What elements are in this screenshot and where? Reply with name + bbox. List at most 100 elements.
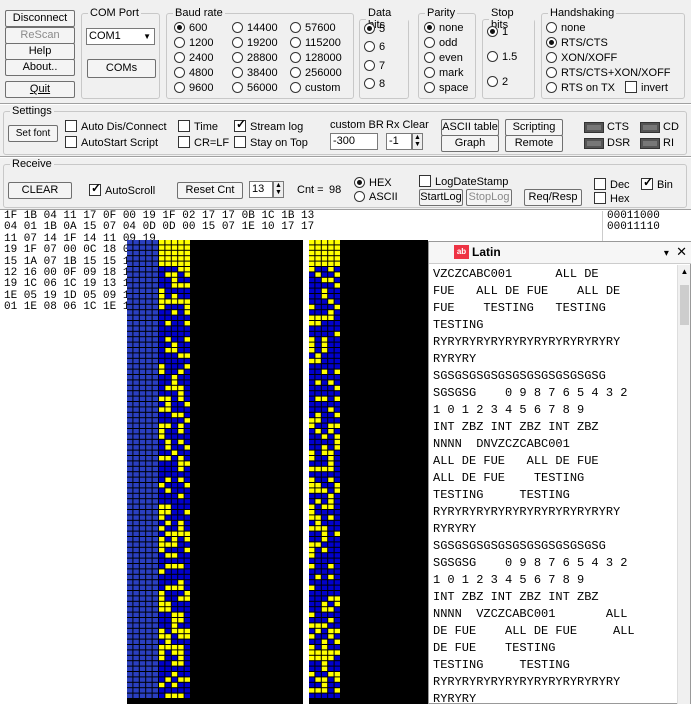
cr-lf-checkbox[interactable]: CR=LF xyxy=(178,136,229,150)
baud-radio-14400[interactable]: 14400 xyxy=(232,22,278,36)
scripting-button[interactable]: Scripting xyxy=(505,119,563,136)
auto-dis-connect-checkbox[interactable]: Auto Dis/Connect xyxy=(65,120,167,134)
baud-radio-57600[interactable]: 57600 xyxy=(290,22,336,36)
rescan-button[interactable]: ReScan xyxy=(5,27,75,44)
set-font-button[interactable]: Set font xyxy=(8,125,58,142)
handshaking-radio-xon-xoff[interactable]: XON/XOFF xyxy=(546,52,617,66)
stop-bits-radio-1-5[interactable]: 1.5 xyxy=(487,51,517,65)
stop-bits-radio-2[interactable]: 2 xyxy=(487,76,508,90)
baud-radio-128000[interactable]: 128000 xyxy=(290,52,342,66)
parity-radio-none[interactable]: none xyxy=(424,22,463,36)
com-port-select[interactable]: COM1 ▼ xyxy=(86,28,155,45)
baud-radio-600[interactable]: 600 xyxy=(174,22,207,36)
custom-br-input[interactable]: -300 xyxy=(330,133,378,150)
bit-cell xyxy=(127,418,133,423)
dec-checkbox[interactable]: Dec xyxy=(594,178,630,192)
bit-cell xyxy=(139,493,146,499)
bit-cell xyxy=(178,315,184,320)
count-spinner[interactable]: ▲ ▼ xyxy=(273,181,284,198)
baud-radio-256000[interactable]: 256000 xyxy=(290,67,342,81)
bit-cell xyxy=(178,585,184,590)
hex-radio[interactable]: HEX xyxy=(354,177,392,191)
stop-bits-radio-1[interactable]: 1 xyxy=(487,26,508,40)
close-icon[interactable]: ✕ xyxy=(676,244,687,259)
bin-checkbox[interactable]: Bin xyxy=(641,176,673,192)
baud-radio-19200[interactable]: 19200 xyxy=(232,37,278,51)
rx-clear-input[interactable]: -1 xyxy=(386,133,412,150)
handshaking-radio-rts-on-tx[interactable]: RTS on TX xyxy=(546,82,615,96)
bit-cell xyxy=(334,520,340,526)
autoscroll-checkbox[interactable]: AutoScroll xyxy=(89,182,155,198)
clear-button[interactable]: CLEAR xyxy=(8,182,72,199)
graph-button[interactable]: Graph xyxy=(441,135,499,152)
help-button[interactable]: Help xyxy=(5,43,75,60)
bit-cell xyxy=(165,618,171,623)
time-checkbox[interactable]: Time xyxy=(178,120,218,134)
stay-on-top-checkbox[interactable]: Stay on Top xyxy=(234,136,308,150)
handshaking-radio-none[interactable]: none xyxy=(546,22,585,36)
bit-cell xyxy=(178,499,184,504)
baud-radio-4800[interactable]: 4800 xyxy=(174,67,213,81)
baud-radio-2400[interactable]: 2400 xyxy=(174,52,213,66)
about-button[interactable]: About.. xyxy=(5,59,75,76)
bit-cell xyxy=(159,537,165,542)
handshaking-radio-rts-cts[interactable]: RTS/CTS xyxy=(546,37,608,51)
bin-receive-pane[interactable]: 00011000 00011110 xyxy=(602,210,691,243)
count-input[interactable]: 13 xyxy=(249,181,273,198)
latin-scrollbar[interactable]: ▲ xyxy=(677,265,690,704)
baud-radio-dot xyxy=(174,22,185,33)
data-bits-radio-8[interactable]: 8 xyxy=(364,78,385,92)
stoplog-button[interactable]: StopLog xyxy=(466,189,512,206)
baud-radio-115200[interactable]: 115200 xyxy=(290,37,341,51)
latin-window[interactable]: ab Latin ▾ ✕ VZCZCABC001 ALL DE FUE ALL D… xyxy=(428,241,691,704)
baud-radio-38400[interactable]: 38400 xyxy=(232,67,278,81)
parity-radio-odd[interactable]: odd xyxy=(424,37,457,51)
bit-cell xyxy=(184,310,190,315)
req-resp-button[interactable]: Req/Resp xyxy=(524,189,582,206)
baud-radio-28800[interactable]: 28800 xyxy=(232,52,278,66)
bit-cell xyxy=(309,380,315,385)
parity-radio-even[interactable]: even xyxy=(424,52,463,66)
dropdown-icon[interactable]: ▾ xyxy=(664,248,669,259)
bit-cell xyxy=(159,510,165,515)
baud-radio-56000[interactable]: 56000 xyxy=(232,82,278,96)
bit-cell xyxy=(321,618,328,623)
hex-checkbox[interactable]: Hex xyxy=(594,192,630,206)
bit-cell xyxy=(184,240,190,245)
parity-radio-label: space xyxy=(439,82,469,94)
scroll-up-icon[interactable]: ▲ xyxy=(678,267,691,276)
baud-radio-custom[interactable]: custom xyxy=(290,82,340,96)
bit-cell xyxy=(184,466,190,472)
parity-radio-space[interactable]: space xyxy=(424,82,468,96)
logdatestamp-checkbox[interactable]: LogDateStamp xyxy=(419,175,508,189)
coms-button[interactable]: COMs xyxy=(87,59,156,78)
bit-cell xyxy=(133,580,139,585)
data-bits-radio-6[interactable]: 6 xyxy=(364,41,385,55)
bit-cell xyxy=(321,504,328,509)
bit-cell xyxy=(184,412,190,418)
handshaking-radio-rts-cts-xon-xoff[interactable]: RTS/CTS+XON/XOFF xyxy=(546,67,671,81)
invert-checkbox[interactable]: invert xyxy=(625,81,668,95)
baud-radio-9600[interactable]: 9600 xyxy=(174,82,213,96)
quit-button[interactable]: Quit xyxy=(5,81,75,98)
scroll-thumb[interactable] xyxy=(680,285,689,325)
data-bits-radio-5[interactable]: 5 xyxy=(364,23,385,37)
remote-button[interactable]: Remote xyxy=(505,135,563,152)
startlog-button[interactable]: StartLog xyxy=(419,189,463,206)
ascii-radio[interactable]: ASCII xyxy=(354,191,398,205)
stream-log-checkbox[interactable]: Stream log xyxy=(234,118,303,134)
rx-clear-spinner[interactable]: ▲ ▼ xyxy=(412,133,423,150)
bit-cell xyxy=(309,650,315,655)
baud-radio-1200[interactable]: 1200 xyxy=(174,37,213,51)
data-bits-radio-7[interactable]: 7 xyxy=(364,60,385,74)
bit-cell xyxy=(165,423,171,428)
bit-cell xyxy=(334,439,340,445)
bit-cell xyxy=(184,612,190,617)
bit-cell xyxy=(321,483,328,488)
reset-cnt-button[interactable]: Reset Cnt xyxy=(177,182,243,199)
disconnect-button[interactable]: Disconnect xyxy=(5,10,75,27)
parity-radio-mark[interactable]: mark xyxy=(424,67,463,81)
bit-cell xyxy=(321,623,328,628)
autostart-script-checkbox[interactable]: AutoStart Script xyxy=(65,136,158,150)
ascii-table-button[interactable]: ASCII table xyxy=(441,119,499,136)
